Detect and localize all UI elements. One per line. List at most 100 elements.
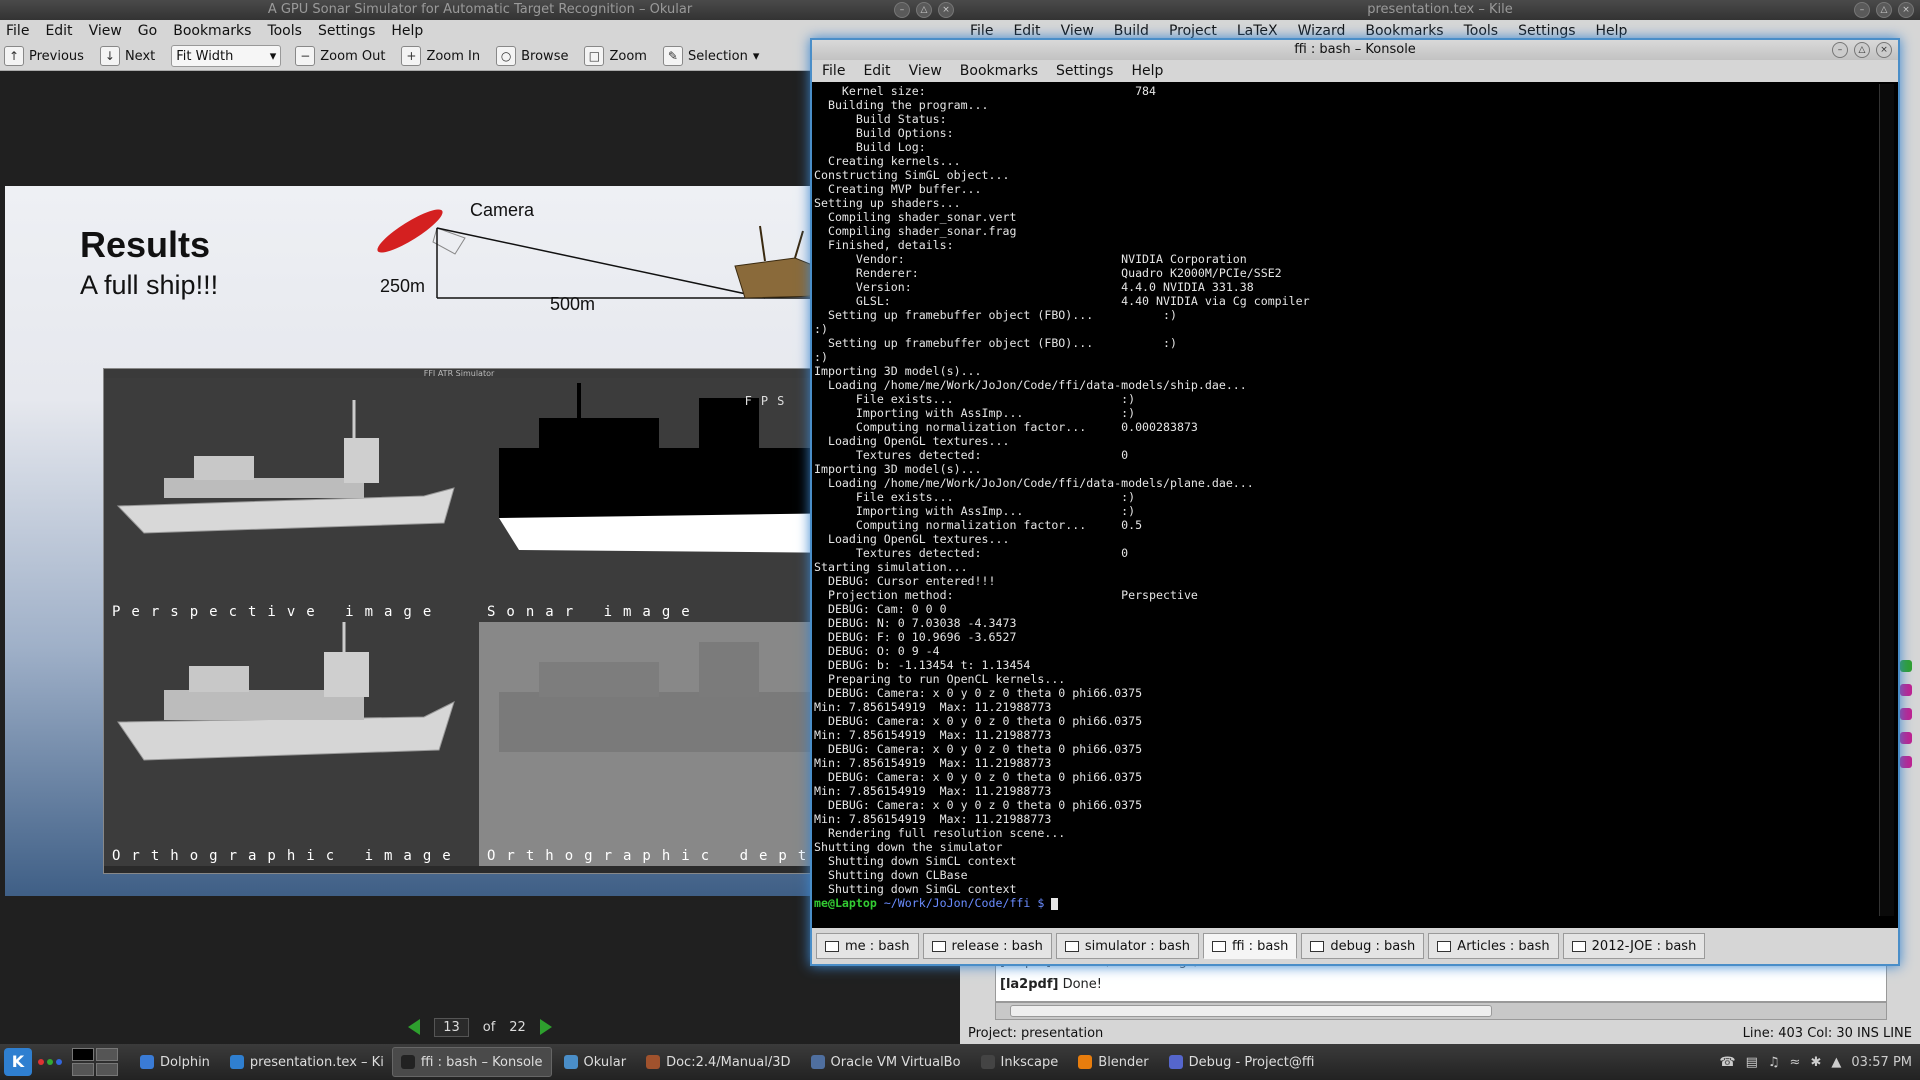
minimize-icon[interactable]: – bbox=[894, 2, 910, 18]
konsole-tab[interactable]: simulator : bash bbox=[1055, 933, 1199, 959]
page-of-label: of bbox=[482, 1019, 496, 1035]
skype-icon[interactable]: ☎ bbox=[1719, 1055, 1735, 1070]
konsole-menu-settings[interactable]: Settings bbox=[1056, 63, 1113, 79]
kde-menu-icon[interactable]: K bbox=[4, 1048, 32, 1076]
kile-menu-wizard[interactable]: Wizard bbox=[1298, 23, 1346, 39]
konsole-menu-edit[interactable]: Edit bbox=[863, 63, 890, 79]
terminal-line: Importing with AssImp... :) bbox=[814, 406, 1136, 420]
konsole-menu-help[interactable]: Help bbox=[1131, 63, 1163, 79]
selection-button[interactable]: ✎ Selection ▾ bbox=[662, 46, 759, 66]
kile-log-scrollbar[interactable] bbox=[995, 1002, 1887, 1020]
close-icon[interactable]: × bbox=[1876, 42, 1892, 58]
taskbar-task[interactable]: Okular bbox=[556, 1048, 635, 1076]
close-icon[interactable]: × bbox=[1898, 2, 1914, 18]
konsole-tab[interactable]: release : bash bbox=[922, 933, 1052, 959]
kile-menu-view[interactable]: View bbox=[1061, 23, 1094, 39]
kile-menu-build[interactable]: Build bbox=[1114, 23, 1149, 39]
terminal-line: Build Status: bbox=[814, 112, 947, 126]
konsole-tab[interactable]: Articles : bash bbox=[1428, 933, 1559, 959]
maximize-icon[interactable]: △ bbox=[1854, 42, 1870, 58]
wifi-icon[interactable]: ≈ bbox=[1790, 1055, 1801, 1070]
kile-menu-file[interactable]: File bbox=[970, 23, 993, 39]
kile-menu-bookmarks[interactable]: Bookmarks bbox=[1365, 23, 1443, 39]
menu-view[interactable]: View bbox=[89, 23, 122, 39]
konsole-menu-view[interactable]: View bbox=[909, 63, 942, 79]
terminal-line: DEBUG: Cam: 0 0 0 bbox=[814, 602, 947, 616]
selection-icon: ✎ bbox=[662, 46, 683, 66]
terminal-icon bbox=[825, 940, 839, 952]
menu-settings[interactable]: Settings bbox=[318, 23, 375, 39]
kile-menu-latex[interactable]: LaTeX bbox=[1237, 23, 1278, 39]
konsole-tab[interactable]: ffi : bash bbox=[1202, 933, 1298, 959]
taskbar-task[interactable]: ffi : bash – Konsole bbox=[391, 1047, 552, 1077]
simulator-window: FFI ATR Simulator Perspective image FPS … bbox=[103, 368, 854, 874]
terminal-output[interactable]: Kernel size: 784 Building the program...… bbox=[814, 84, 1878, 916]
menu-help[interactable]: Help bbox=[391, 23, 423, 39]
side-tool-icon[interactable] bbox=[1900, 756, 1912, 768]
menu-file[interactable]: File bbox=[6, 23, 29, 39]
kile-menu-settings[interactable]: Settings bbox=[1518, 23, 1575, 39]
side-tool-icon[interactable] bbox=[1900, 708, 1912, 720]
previous-page-icon[interactable] bbox=[408, 1019, 421, 1035]
konsole-tab[interactable]: debug : bash bbox=[1301, 933, 1425, 959]
menu-go[interactable]: Go bbox=[138, 23, 157, 39]
menu-bookmarks[interactable]: Bookmarks bbox=[173, 23, 251, 39]
clipboard-icon[interactable]: ▤ bbox=[1746, 1055, 1758, 1070]
konsole-menu-file[interactable]: File bbox=[822, 63, 845, 79]
konsole-tab[interactable]: me : bash bbox=[816, 933, 919, 959]
minimize-icon[interactable]: – bbox=[1854, 2, 1870, 18]
scrollbar-thumb[interactable] bbox=[1010, 1005, 1492, 1017]
taskbar-task[interactable]: Debug - Project@ffi bbox=[1161, 1048, 1323, 1076]
next-button[interactable]: ↓ Next bbox=[99, 46, 155, 66]
close-icon[interactable]: × bbox=[938, 2, 954, 18]
side-tool-icon[interactable] bbox=[1900, 732, 1912, 744]
taskbar-task[interactable]: Inkscape bbox=[973, 1048, 1067, 1076]
maximize-icon[interactable]: △ bbox=[916, 2, 932, 18]
taskbar-task[interactable]: Dolphin bbox=[132, 1048, 218, 1076]
side-tool-icon[interactable] bbox=[1900, 684, 1912, 696]
taskbar-task[interactable]: Doc:2.4/Manual/3D bbox=[638, 1048, 798, 1076]
terminal-line: Loading OpenGL textures... bbox=[814, 434, 1010, 448]
terminal-line: Renderer: Quadro K2000M/PCIe/SSE2 bbox=[814, 266, 1282, 280]
app-icon bbox=[810, 1055, 825, 1069]
terminal-line: DEBUG: Camera: x 0 y 0 z 0 theta 0 phi66… bbox=[814, 714, 1143, 728]
volume-icon[interactable]: ♫ bbox=[1768, 1055, 1780, 1070]
next-page-icon[interactable] bbox=[539, 1019, 552, 1035]
task-label: Dolphin bbox=[160, 1054, 210, 1070]
zoom-tool-button[interactable]: □ Zoom bbox=[584, 46, 647, 66]
side-tool-icon[interactable] bbox=[1900, 660, 1912, 672]
minimize-icon[interactable]: – bbox=[1832, 42, 1848, 58]
menu-tools[interactable]: Tools bbox=[267, 23, 302, 39]
kile-menu-project[interactable]: Project bbox=[1169, 23, 1217, 39]
browse-button[interactable]: ○ Browse bbox=[496, 46, 568, 66]
cursor-status: Line: 403 Col: 30 INS LINE bbox=[1743, 1026, 1912, 1041]
bluetooth-icon[interactable]: ✱ bbox=[1810, 1055, 1821, 1070]
page-total: 22 bbox=[509, 1019, 526, 1035]
sonar-panel: FPS 57 Sonar image bbox=[479, 378, 854, 622]
clock[interactable]: 03:57 PM bbox=[1851, 1055, 1912, 1070]
orthographic-panel: Orthographic image bbox=[104, 622, 479, 866]
page-number-input[interactable]: 13 bbox=[434, 1017, 469, 1037]
tray-expand-icon[interactable]: ▲ bbox=[1831, 1055, 1841, 1070]
activity-icon[interactable] bbox=[38, 1059, 62, 1065]
konsole-tab[interactable]: 2012-JOE : bash bbox=[1562, 933, 1706, 959]
pager-widget[interactable] bbox=[72, 1048, 118, 1076]
previous-button[interactable]: ↑ Previous bbox=[4, 46, 84, 66]
maximize-icon[interactable]: △ bbox=[1876, 2, 1892, 18]
kile-menu-edit[interactable]: Edit bbox=[1013, 23, 1040, 39]
taskbar-task[interactable]: Blender bbox=[1070, 1048, 1156, 1076]
prompt-user: me@Laptop bbox=[814, 896, 877, 910]
taskbar-task[interactable]: presentation.tex – Ki bbox=[222, 1048, 388, 1076]
kile-menu-help[interactable]: Help bbox=[1596, 23, 1628, 39]
zoom-out-button[interactable]: − Zoom Out bbox=[295, 46, 385, 66]
taskbar-task[interactable]: Oracle VM VirtualBo bbox=[803, 1048, 969, 1076]
terminal-prompt[interactable]: me@Laptop ~/Work/JoJon/Code/ffi $ bbox=[814, 896, 1878, 910]
menu-edit[interactable]: Edit bbox=[45, 23, 72, 39]
terminal-scrollbar[interactable] bbox=[1879, 84, 1894, 916]
zoom-select[interactable]: Fit Width ▾ bbox=[171, 45, 282, 67]
kile-menu-tools[interactable]: Tools bbox=[1464, 23, 1499, 39]
terminal-line: File exists... :) bbox=[814, 490, 1136, 504]
depth-panel: Orthographic depth bbox=[479, 622, 854, 866]
konsole-menu-bookmarks[interactable]: Bookmarks bbox=[960, 63, 1038, 79]
zoom-in-button[interactable]: + Zoom In bbox=[401, 46, 480, 66]
